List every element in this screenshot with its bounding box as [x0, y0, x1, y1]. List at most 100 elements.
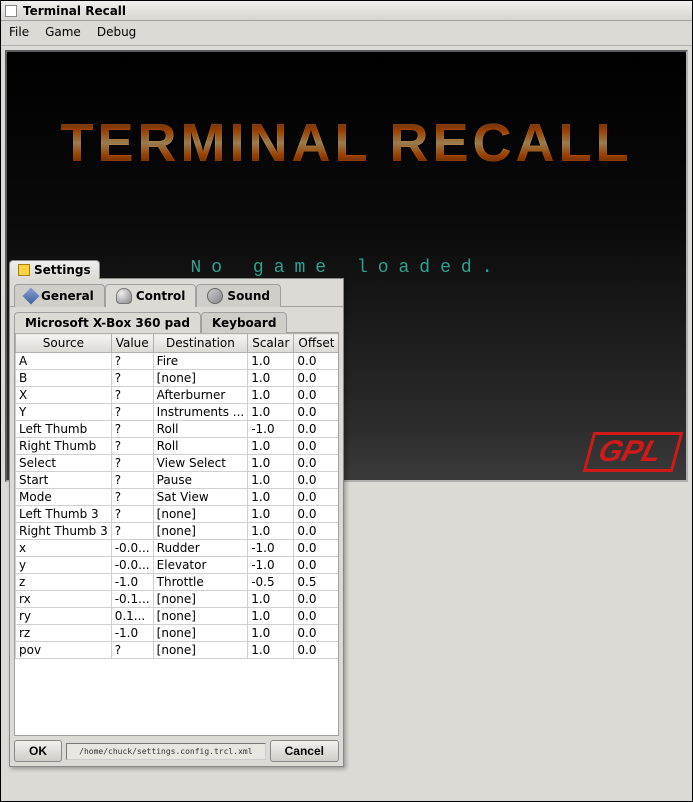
settings-dialog-tab[interactable]: Settings	[9, 260, 100, 279]
tab-control[interactable]: Control	[105, 284, 197, 307]
ok-button[interactable]: OK	[14, 740, 62, 762]
cell-scalar[interactable]: 1.0	[248, 642, 294, 659]
cell-value[interactable]: -1.0	[111, 574, 153, 591]
tab-keyboard[interactable]: Keyboard	[201, 312, 288, 333]
cell-source[interactable]: Right Thumb	[16, 438, 112, 455]
cell-offset[interactable]: 0.0	[294, 506, 339, 523]
cell-source[interactable]: Right Thumb 3	[16, 523, 112, 540]
table-row[interactable]: rx-0.1...[none]1.00.0	[16, 591, 339, 608]
cell-scalar[interactable]: 1.0	[248, 438, 294, 455]
cell-source[interactable]: B	[16, 370, 112, 387]
menu-debug[interactable]: Debug	[97, 25, 136, 39]
cell-destination[interactable]: [none]	[153, 506, 248, 523]
cell-scalar[interactable]: 1.0	[248, 489, 294, 506]
cell-offset[interactable]: 0.0	[294, 608, 339, 625]
cell-offset[interactable]: 0.0	[294, 625, 339, 642]
cell-source[interactable]: rx	[16, 591, 112, 608]
cell-value[interactable]: ?	[111, 404, 153, 421]
cell-value[interactable]: 0.1...	[111, 608, 153, 625]
col-destination[interactable]: Destination	[153, 334, 248, 353]
cell-scalar[interactable]: 1.0	[248, 387, 294, 404]
cell-source[interactable]: y	[16, 557, 112, 574]
table-row[interactable]: Left Thumb?Roll-1.00.0	[16, 421, 339, 438]
cell-destination[interactable]: Roll	[153, 421, 248, 438]
cell-source[interactable]: rz	[16, 625, 112, 642]
cell-source[interactable]: Left Thumb 3	[16, 506, 112, 523]
cell-destination[interactable]: [none]	[153, 523, 248, 540]
col-value[interactable]: Value	[111, 334, 153, 353]
cell-offset[interactable]: 0.0	[294, 591, 339, 608]
table-row[interactable]: B?[none]1.00.0	[16, 370, 339, 387]
cell-destination[interactable]: Pause	[153, 472, 248, 489]
cell-value[interactable]: ?	[111, 421, 153, 438]
cell-offset[interactable]: 0.0	[294, 557, 339, 574]
cell-scalar[interactable]: 1.0	[248, 370, 294, 387]
cell-source[interactable]: ry	[16, 608, 112, 625]
cell-offset[interactable]: 0.0	[294, 353, 339, 370]
cell-offset[interactable]: 0.0	[294, 404, 339, 421]
cell-value[interactable]: ?	[111, 353, 153, 370]
tab-sound[interactable]: Sound	[196, 284, 281, 307]
table-row[interactable]: Start?Pause1.00.0	[16, 472, 339, 489]
table-row[interactable]: ry0.1...[none]1.00.0	[16, 608, 339, 625]
table-row[interactable]: Left Thumb 3?[none]1.00.0	[16, 506, 339, 523]
cell-value[interactable]: ?	[111, 455, 153, 472]
cell-value[interactable]: ?	[111, 472, 153, 489]
cell-destination[interactable]: [none]	[153, 642, 248, 659]
titlebar[interactable]: Terminal Recall	[1, 1, 692, 21]
cell-source[interactable]: Left Thumb	[16, 421, 112, 438]
cell-destination[interactable]: Sat View	[153, 489, 248, 506]
table-row[interactable]: y-0.0...Elevator-1.00.0	[16, 557, 339, 574]
cell-value[interactable]: -0.0...	[111, 540, 153, 557]
cell-offset[interactable]: 0.0	[294, 540, 339, 557]
cell-source[interactable]: Select	[16, 455, 112, 472]
table-row[interactable]: Select?View Select1.00.0	[16, 455, 339, 472]
table-row[interactable]: pov?[none]1.00.0	[16, 642, 339, 659]
menu-file[interactable]: File	[9, 25, 29, 39]
cell-scalar[interactable]: 1.0	[248, 455, 294, 472]
cell-scalar[interactable]: 1.0	[248, 506, 294, 523]
cell-value[interactable]: ?	[111, 523, 153, 540]
cell-source[interactable]: Start	[16, 472, 112, 489]
cell-value[interactable]: ?	[111, 370, 153, 387]
cell-offset[interactable]: 0.0	[294, 438, 339, 455]
cell-value[interactable]: ?	[111, 438, 153, 455]
table-row[interactable]: Right Thumb?Roll1.00.0	[16, 438, 339, 455]
cell-destination[interactable]: Elevator	[153, 557, 248, 574]
bindings-table[interactable]: Source Value Destination Scalar Offset A…	[14, 332, 339, 736]
cell-scalar[interactable]: -0.5	[248, 574, 294, 591]
cell-value[interactable]: ?	[111, 489, 153, 506]
cell-source[interactable]: pov	[16, 642, 112, 659]
table-row[interactable]: rz-1.0[none]1.00.0	[16, 625, 339, 642]
cell-scalar[interactable]: 1.0	[248, 523, 294, 540]
cell-source[interactable]: x	[16, 540, 112, 557]
cell-destination[interactable]: View Select	[153, 455, 248, 472]
cell-scalar[interactable]: -1.0	[248, 540, 294, 557]
cell-value[interactable]: ?	[111, 506, 153, 523]
table-row[interactable]: z-1.0Throttle-0.50.5	[16, 574, 339, 591]
cell-offset[interactable]: 0.0	[294, 642, 339, 659]
cell-offset[interactable]: 0.0	[294, 387, 339, 404]
menu-game[interactable]: Game	[45, 25, 81, 39]
cell-destination[interactable]: [none]	[153, 370, 248, 387]
cell-source[interactable]: X	[16, 387, 112, 404]
table-row[interactable]: Mode?Sat View1.00.0	[16, 489, 339, 506]
cell-destination[interactable]: Rudder	[153, 540, 248, 557]
cell-value[interactable]: ?	[111, 387, 153, 404]
cell-offset[interactable]: 0.0	[294, 455, 339, 472]
cell-source[interactable]: z	[16, 574, 112, 591]
cell-value[interactable]: -0.1...	[111, 591, 153, 608]
cell-scalar[interactable]: -1.0	[248, 421, 294, 438]
cancel-button[interactable]: Cancel	[270, 740, 339, 762]
cell-value[interactable]: -1.0	[111, 625, 153, 642]
cell-destination[interactable]: Afterburner	[153, 387, 248, 404]
cell-source[interactable]: Mode	[16, 489, 112, 506]
cell-offset[interactable]: 0.0	[294, 489, 339, 506]
cell-destination[interactable]: [none]	[153, 591, 248, 608]
cell-offset[interactable]: 0.0	[294, 421, 339, 438]
table-row[interactable]: x-0.0...Rudder-1.00.0	[16, 540, 339, 557]
cell-source[interactable]: A	[16, 353, 112, 370]
cell-destination[interactable]: Instruments ...	[153, 404, 248, 421]
table-row[interactable]: A?Fire1.00.0	[16, 353, 339, 370]
cell-scalar[interactable]: -1.0	[248, 557, 294, 574]
